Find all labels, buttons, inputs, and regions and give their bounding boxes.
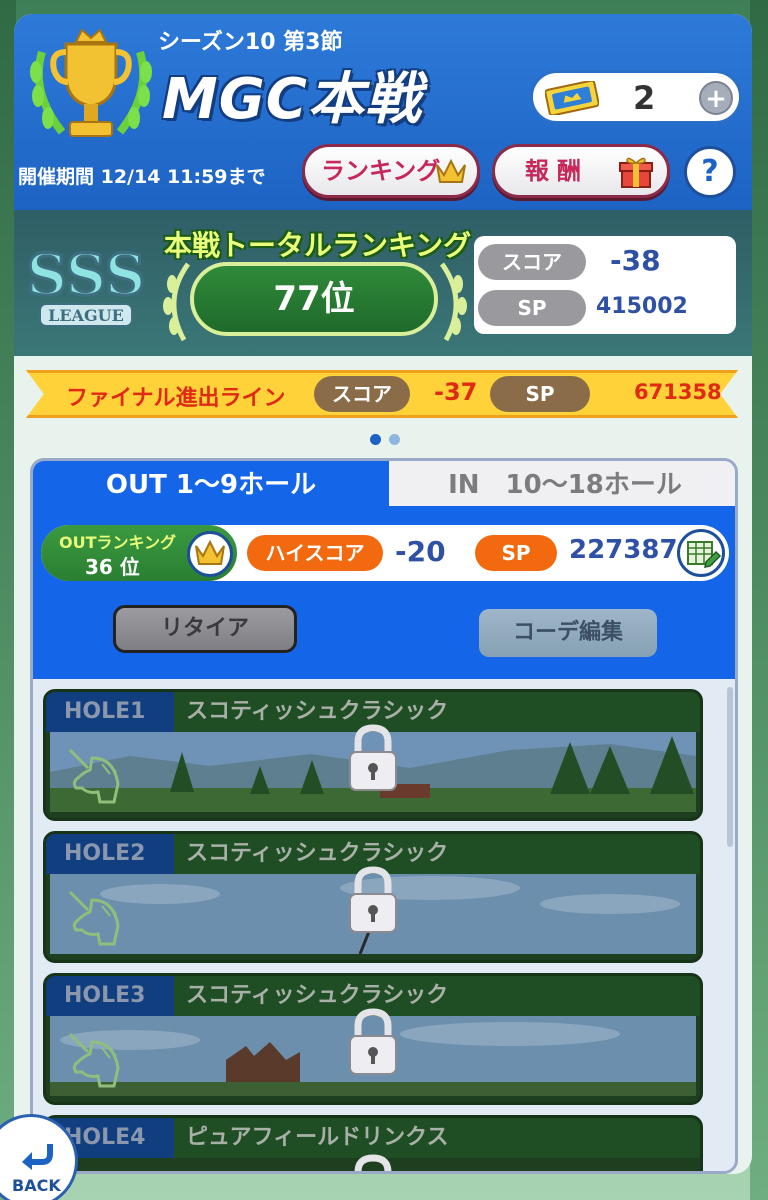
help-button[interactable]: ?	[684, 146, 736, 198]
hole-card-1[interactable]: HOLE1 スコティッシュクラシック	[43, 689, 703, 821]
svg-text:SSS: SSS	[27, 242, 146, 308]
lock-icon	[349, 1008, 397, 1075]
hole-name: スコティッシュクラシック	[186, 841, 449, 866]
out-ranking-button[interactable]	[187, 531, 233, 577]
out-stats-bar: OUTランキング 36 位 ハイスコア -20 SP 227387	[41, 525, 729, 581]
unicorn-icon	[68, 1032, 120, 1088]
total-ranking-title: 本戦トータルランキング	[164, 229, 472, 262]
hole-tag: HOLE3	[46, 976, 174, 1016]
hole-card-4[interactable]: HOLE4 ピュアフィールドリンクス	[43, 1115, 703, 1171]
crown-icon	[436, 158, 466, 183]
back-arrow-icon	[22, 1144, 53, 1170]
out-tab-content: OUTランキング 36 位 ハイスコア -20 SP 227387 リタイア コ…	[33, 509, 735, 679]
ticket-count: 2	[633, 79, 656, 117]
reward-button[interactable]: 報酬	[492, 144, 670, 198]
crown-icon	[195, 539, 225, 565]
final-score-value: -37	[434, 378, 478, 406]
background-right	[750, 0, 768, 1200]
coordinate-edit-button[interactable]: コーデ編集	[479, 609, 657, 657]
lock-icon	[349, 724, 397, 791]
hole-name: スコティッシュクラシック	[186, 983, 449, 1008]
tab-in[interactable]: IN 10〜18ホール	[389, 461, 735, 509]
hole-list[interactable]: HOLE1 スコティッシュクラシック HOLE2 スコティッシュクラシック HO…	[33, 679, 735, 1171]
event-header: シーズン10 第3節 MGC本戦 2 + 開催期間 12/14 11:59まで …	[14, 14, 752, 210]
hole-list-scrollbar[interactable]	[727, 687, 733, 847]
final-line-label: ファイナル進出ライン	[66, 386, 286, 411]
help-icon: ?	[701, 154, 719, 189]
out-ranking: OUTランキング 36 位	[41, 525, 237, 581]
hole-tag: HOLE1	[46, 692, 174, 732]
sp-value: 415002	[596, 294, 688, 319]
page-title: MGC本戦	[162, 67, 422, 132]
trophy-icon	[30, 28, 152, 137]
total-score-card: スコア -38 SP 415002	[474, 236, 736, 334]
final-sp-value: 671358	[634, 380, 722, 404]
event-frame: シーズン10 第3節 MGC本戦 2 + 開催期間 12/14 11:59まで …	[14, 14, 752, 1174]
out-sp-value: 227387	[569, 535, 678, 565]
hole-name: スコティッシュクラシック	[186, 699, 449, 724]
ranking-button-label: ランキング	[321, 157, 441, 185]
lock-icon	[349, 866, 397, 933]
hole-name: ピュアフィールドリンクス	[186, 1125, 449, 1150]
league-summary: SSS LEAGUE 本戦トータルランキング 77位 スコア -38 SP 41…	[14, 210, 752, 356]
ticket-counter: 2 +	[530, 70, 742, 124]
tab-out[interactable]: OUT 1〜9ホール	[33, 461, 389, 509]
retire-button[interactable]: リタイア	[113, 605, 297, 653]
ticket-icon	[545, 81, 599, 115]
high-score-value: -20	[395, 535, 446, 568]
score-label: スコア	[478, 244, 586, 280]
edit-button[interactable]	[677, 529, 725, 577]
reward-button-label: 報酬	[525, 157, 589, 185]
hole-card-3[interactable]: HOLE3 スコティッシュクラシック	[43, 973, 703, 1105]
score-value: -38	[610, 244, 661, 277]
out-sp-label: SP	[475, 535, 557, 571]
unicorn-icon	[68, 748, 120, 804]
event-period: 開催期間 12/14 11:59まで	[18, 166, 266, 188]
page-indicator	[366, 430, 404, 449]
final-sp-label: SP	[490, 376, 590, 412]
sss-league-badge: SSS LEAGUE	[25, 241, 147, 327]
svg-text:LEAGUE: LEAGUE	[48, 306, 124, 325]
season-label: シーズン10 第3節	[158, 30, 343, 55]
lock-icon	[354, 1154, 392, 1171]
add-ticket-button[interactable]: +	[699, 81, 733, 115]
sp-label: SP	[478, 290, 586, 326]
out-ranking-value: 36 位	[85, 555, 140, 579]
page-dot-active[interactable]	[370, 434, 381, 445]
edit-icon	[687, 541, 722, 568]
high-score-label: ハイスコア	[247, 535, 383, 571]
gift-icon	[619, 157, 653, 188]
hole-card-2[interactable]: HOLE2 スコティッシュクラシック	[43, 831, 703, 963]
plus-icon: +	[705, 84, 727, 114]
unicorn-icon	[68, 890, 120, 946]
course-panel: OUT 1〜9ホール IN 10〜18ホール OUTランキング 36 位 ハイス…	[30, 458, 738, 1174]
final-score-label: スコア	[314, 376, 410, 412]
back-button-label: BACK	[12, 1176, 61, 1195]
page-dot[interactable]	[389, 434, 400, 445]
ranking-button[interactable]: ランキング	[302, 144, 480, 198]
total-rank-value: 77位	[190, 262, 438, 336]
out-ranking-label: OUTランキング	[59, 533, 177, 552]
laurel-icon	[439, 262, 467, 342]
hole-tag: HOLE2	[46, 834, 174, 874]
